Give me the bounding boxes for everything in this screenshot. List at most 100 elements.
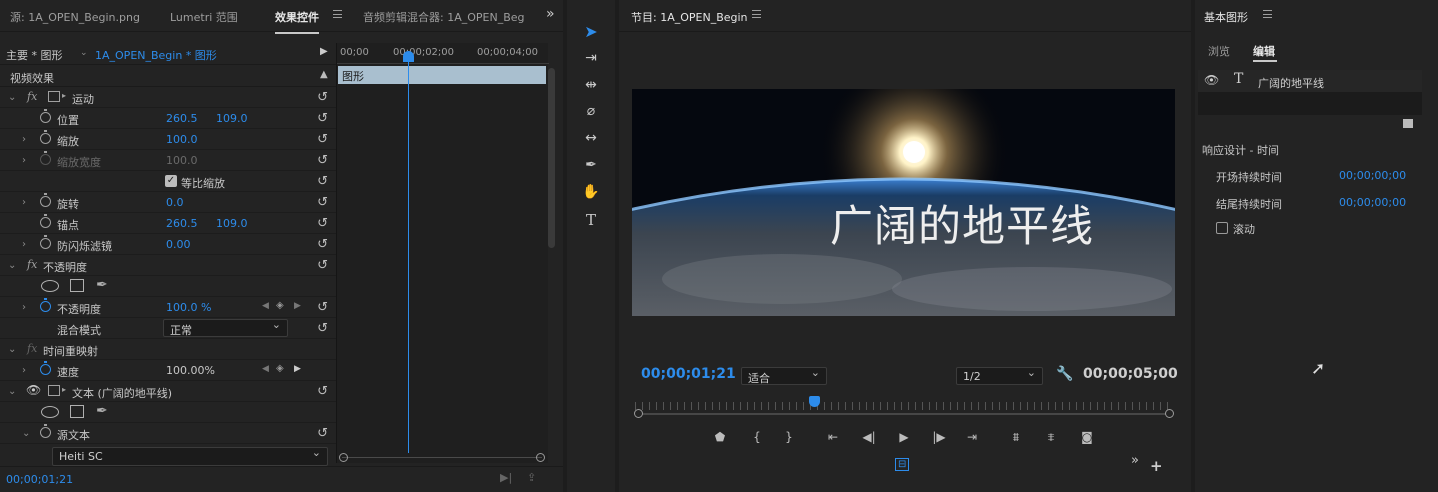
next-keyframe-icon[interactable]: ▶ xyxy=(294,364,301,374)
overlay-title-text[interactable]: 广阔的地平线 xyxy=(830,192,1094,254)
pen-mask-icon[interactable]: ✒ xyxy=(96,403,108,419)
twirl-closed-icon[interactable]: › xyxy=(22,365,26,376)
twirl-open-icon[interactable]: ⌄ xyxy=(22,428,30,439)
program-playhead[interactable] xyxy=(809,396,820,407)
twirl-open-icon[interactable]: ⌄ xyxy=(8,260,16,271)
razor-tool-icon[interactable]: ⌀ xyxy=(582,103,600,121)
zoom-bar[interactable] xyxy=(639,413,1167,415)
lift-icon[interactable]: ⩩ xyxy=(1006,430,1026,445)
master-clip-label[interactable]: 主要 * 图形 xyxy=(6,47,63,63)
panel-menu-icon[interactable] xyxy=(1263,10,1272,18)
position-x-value[interactable]: 260.5 xyxy=(166,112,198,125)
mark-out-icon[interactable]: } xyxy=(779,430,799,444)
vertical-scrollbar[interactable] xyxy=(548,68,555,248)
reset-icon[interactable]: ↺ xyxy=(317,153,328,168)
row-time-remap[interactable]: ⌄ fx 时间重映射 xyxy=(0,339,336,360)
ellipse-mask-icon[interactable] xyxy=(41,406,59,418)
row-anchor[interactable]: 锚点 260.5 109.0 ↺ xyxy=(0,213,336,234)
panel-menu-icon[interactable] xyxy=(333,10,342,18)
stopwatch-icon[interactable] xyxy=(40,109,51,123)
tab-browse[interactable]: 浏览 xyxy=(1208,43,1230,59)
eye-icon[interactable]: 👁 xyxy=(26,383,41,397)
program-title[interactable]: 节目: 1A_OPEN_Begin xyxy=(631,9,748,25)
fx-icon[interactable]: fx xyxy=(27,258,37,271)
reset-icon[interactable]: ↺ xyxy=(317,258,328,273)
twirl-closed-icon[interactable]: › xyxy=(22,197,26,208)
rotation-value[interactable]: 0.0 xyxy=(166,196,184,209)
add-marker-icon[interactable]: ⬟ xyxy=(710,430,730,444)
sequence-clip-label[interactable]: 1A_OPEN_Begin * 图形 xyxy=(95,47,217,63)
row-uniform-scale[interactable]: ✓ 等比缩放 ↺ xyxy=(0,171,336,192)
twirl-open-icon[interactable]: ⌄ xyxy=(8,92,16,103)
more-tabs-icon[interactable]: » xyxy=(546,6,555,22)
fx-icon[interactable]: fx xyxy=(27,90,37,103)
add-keyframe-icon[interactable]: ◈ xyxy=(276,300,284,311)
go-to-in-icon[interactable]: ⇤ xyxy=(823,430,843,444)
step-back-icon[interactable]: ◀| xyxy=(859,430,879,444)
eg-title[interactable]: 基本图形 xyxy=(1204,9,1248,25)
export-frame-icon[interactable]: ◙ xyxy=(1077,430,1097,444)
play-icon[interactable]: ▶ xyxy=(894,430,914,444)
playhead-handle[interactable] xyxy=(403,51,414,62)
anchor-y-value[interactable]: 109.0 xyxy=(216,217,248,230)
zoom-handle-left[interactable] xyxy=(339,453,348,462)
transform-box-icon[interactable] xyxy=(48,385,60,396)
mark-in-icon[interactable]: { xyxy=(747,430,767,444)
fx-icon[interactable]: fx xyxy=(27,342,37,355)
row-position[interactable]: 位置 260.5 109.0 ↺ xyxy=(0,108,336,129)
reset-icon[interactable]: ↺ xyxy=(317,195,328,210)
pen-mask-icon[interactable]: ✒ xyxy=(96,277,108,293)
row-scale-width[interactable]: › 缩放宽度 100.0 ↺ xyxy=(0,150,336,171)
row-motion[interactable]: ⌄ fx ▸ 运动 ↺ xyxy=(0,87,336,108)
tab-effect-controls[interactable]: 效果控件 xyxy=(275,9,319,34)
hand-tool-icon[interactable]: ✋ xyxy=(582,184,600,202)
transform-box-icon[interactable] xyxy=(48,91,60,102)
tab-audio-mixer[interactable]: 音频剪辑混合器: 1A_OPEN_Beg xyxy=(363,9,525,25)
play-only-icon[interactable]: ▶ xyxy=(320,46,328,57)
reset-icon[interactable]: ↺ xyxy=(317,174,328,189)
collapse-up-icon[interactable]: ▲ xyxy=(320,69,328,80)
stopwatch-icon[interactable] xyxy=(40,130,51,144)
zoom-scrollbar[interactable] xyxy=(342,457,542,458)
row-blend-mode[interactable]: 混合模式 正常 ↺ xyxy=(0,318,336,339)
twirl-closed-icon[interactable]: › xyxy=(22,302,26,313)
stopwatch-icon[interactable] xyxy=(40,424,51,438)
stopwatch-active-icon[interactable] xyxy=(40,298,51,312)
stopwatch-active-icon[interactable] xyxy=(40,361,51,375)
panel-menu-icon[interactable] xyxy=(752,10,761,18)
button-editor-icon[interactable]: + xyxy=(1150,457,1163,475)
outro-duration-value[interactable]: 00;00;00;00 xyxy=(1339,196,1406,209)
twirl-open-icon[interactable]: ⌄ xyxy=(8,344,16,355)
anchor-x-value[interactable]: 260.5 xyxy=(166,217,198,230)
zoom-handle-left[interactable] xyxy=(634,409,643,418)
zoom-handle-right[interactable] xyxy=(1165,409,1174,418)
scale-value[interactable]: 100.0 xyxy=(166,133,198,146)
speed-value[interactable]: 100.00% xyxy=(166,364,215,377)
rectangle-mask-icon[interactable] xyxy=(70,405,84,418)
roll-checkbox[interactable] xyxy=(1216,222,1228,234)
go-to-out-icon[interactable]: ⇥ xyxy=(962,430,982,444)
reset-icon[interactable]: ↺ xyxy=(317,300,328,315)
wrench-icon[interactable]: 🔧 xyxy=(1056,366,1073,382)
row-rotation[interactable]: › 旋转 0.0 ↺ xyxy=(0,192,336,213)
tab-lumetri[interactable]: Lumetri 范围 xyxy=(170,9,238,25)
more-buttons-icon[interactable]: » xyxy=(1131,453,1139,468)
row-opacity-effect[interactable]: ⌄ fx 不透明度 ↺ xyxy=(0,255,336,276)
uniform-scale-checkbox[interactable]: ✓ xyxy=(165,175,177,187)
ripple-edit-tool-icon[interactable]: ⇹ xyxy=(582,77,600,95)
twirl-closed-icon[interactable]: › xyxy=(22,155,26,166)
stopwatch-icon[interactable] xyxy=(40,214,51,228)
slip-tool-icon[interactable]: ↔ xyxy=(582,130,600,148)
reset-icon[interactable]: ↺ xyxy=(317,237,328,252)
row-opacity[interactable]: › 不透明度 100.0 % ◀ ◈ ▶ ↺ xyxy=(0,297,336,318)
antiflicker-value[interactable]: 0.00 xyxy=(166,238,191,251)
row-text-layer[interactable]: ⌄ 👁 ▸ 文本 (广阔的地平线) ↺ xyxy=(0,381,336,402)
stopwatch-icon[interactable] xyxy=(40,235,51,249)
reset-icon[interactable]: ↺ xyxy=(317,426,328,441)
position-y-value[interactable]: 109.0 xyxy=(216,112,248,125)
reset-icon[interactable]: ↺ xyxy=(317,111,328,126)
track-select-tool-icon[interactable]: ⇥ xyxy=(582,50,600,68)
opacity-value[interactable]: 100.0 % xyxy=(166,301,211,314)
comparison-view-icon[interactable]: ⊟ xyxy=(895,458,910,471)
new-layer-icon[interactable] xyxy=(1403,119,1413,128)
